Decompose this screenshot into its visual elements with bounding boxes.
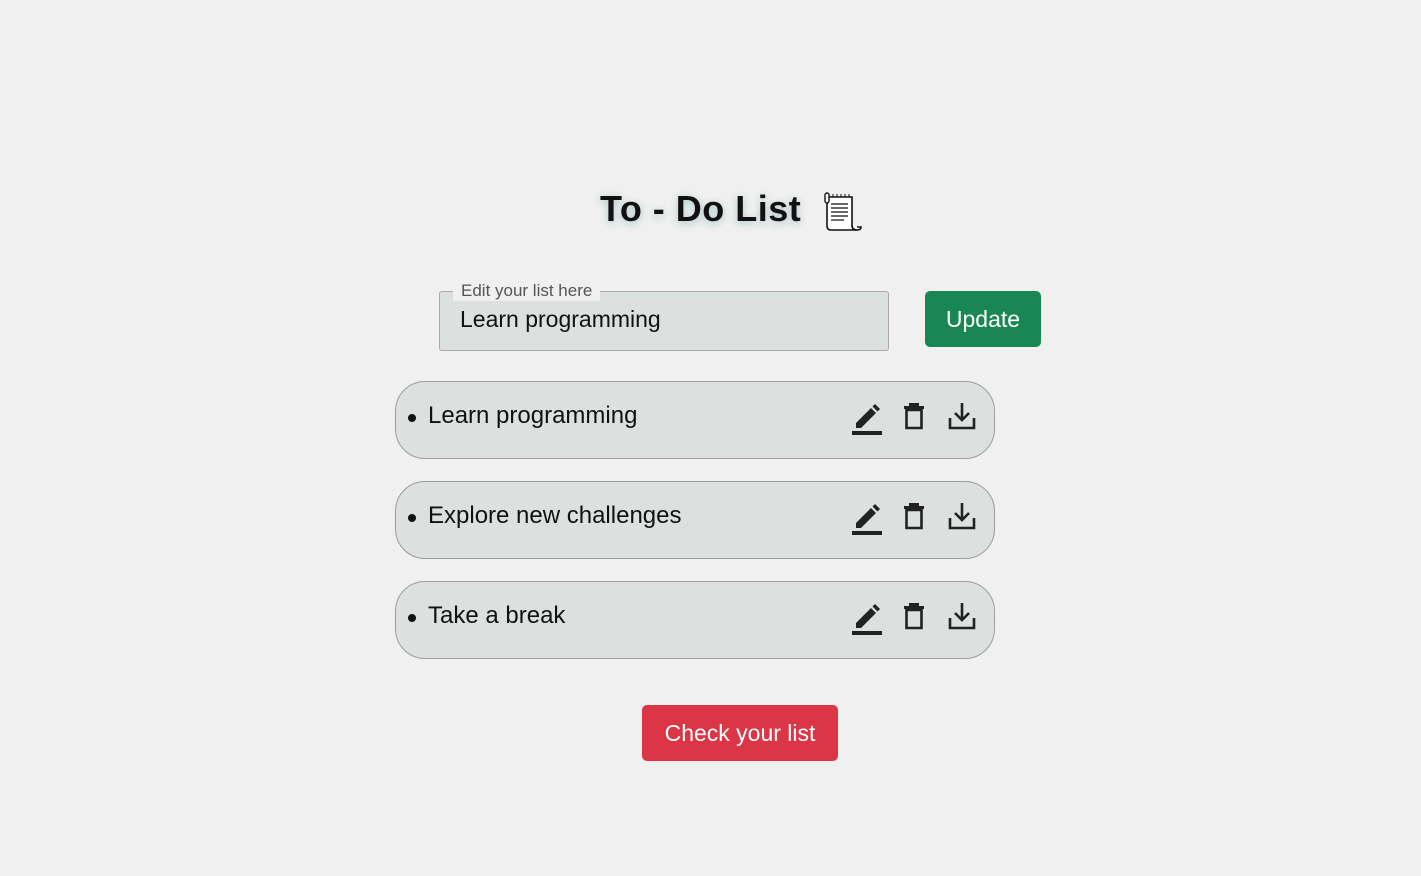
check-list-button[interactable]: Check your list [642, 705, 838, 761]
todo-text: Take a break [428, 602, 566, 629]
trash-icon[interactable] [896, 598, 932, 636]
trash-icon[interactable] [896, 398, 932, 436]
header: To - Do List [0, 180, 1421, 240]
update-button[interactable]: Update [925, 291, 1041, 347]
edit-field-label: Edit your list here [453, 281, 601, 301]
todo-item: Learn programming [395, 381, 995, 459]
todo-item: Explore new challenges [395, 481, 995, 559]
page-title: To - Do List [600, 188, 802, 229]
bullet [408, 514, 416, 522]
notepad-icon [822, 185, 864, 235]
edit-field[interactable] [460, 306, 870, 333]
download-icon[interactable] [944, 498, 980, 536]
bullet [408, 614, 416, 622]
pencil-icon[interactable] [848, 598, 884, 636]
edit-field-group: Edit your list here [439, 281, 889, 351]
todo-text: Explore new challenges [428, 502, 682, 529]
trash-icon[interactable] [896, 498, 932, 536]
bullet [408, 414, 416, 422]
download-icon[interactable] [944, 598, 980, 636]
todo-item: Take a break [395, 581, 995, 659]
download-icon[interactable] [944, 398, 980, 436]
pencil-icon[interactable] [848, 398, 884, 436]
pencil-icon[interactable] [848, 498, 884, 536]
todo-text: Learn programming [428, 402, 638, 429]
